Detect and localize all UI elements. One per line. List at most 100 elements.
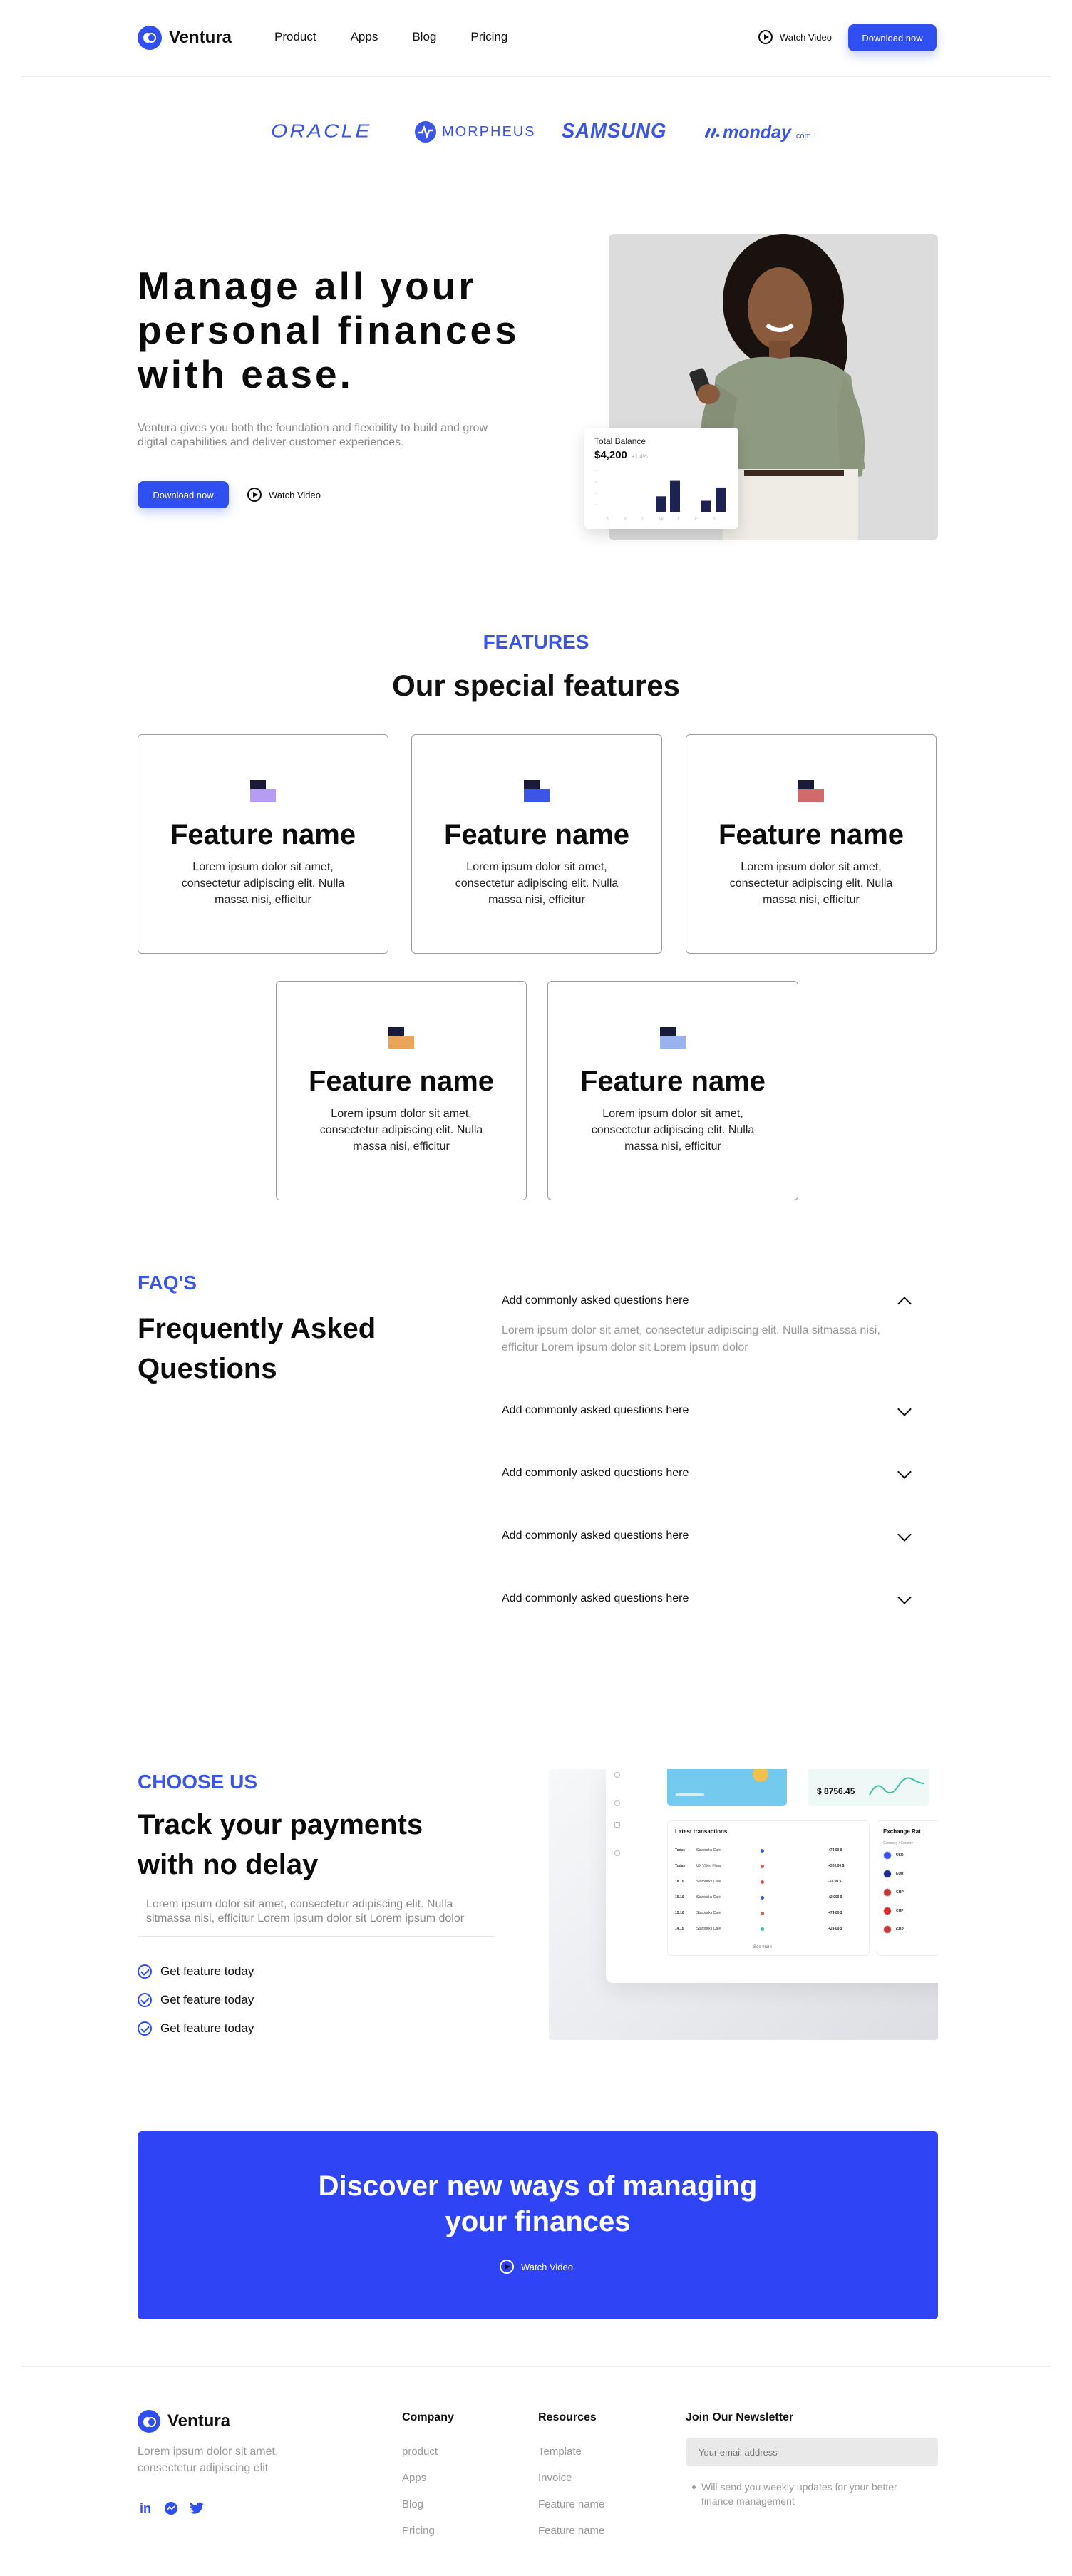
brand-name: Ventura (169, 28, 232, 47)
monday-logo-icon (705, 128, 720, 138)
status-dot-icon (761, 1864, 764, 1868)
coin-icon (753, 1769, 768, 1782)
faq-item-open[interactable]: Add commonly asked questions here Lorem … (479, 1286, 935, 1381)
exchange-panel: Exchange Rat Currency / Country USD EUR GB… (877, 1820, 938, 1956)
hero-download-button[interactable]: Download now (138, 481, 229, 508)
balance-bar (701, 500, 711, 512)
chevron-down-icon[interactable] (897, 1590, 912, 1604)
choose-title-line: Track your payments (138, 1809, 423, 1840)
status-dot-icon (761, 1848, 764, 1853)
cta-title-line: your finances (445, 2206, 631, 2237)
exchange-row[interactable]: EUR (883, 1870, 904, 1878)
footer-resources-col: Resources Template Invoice Feature name … (538, 2411, 604, 2544)
check-circle-icon (138, 1993, 152, 2007)
faq-question: Add commonly asked questions here (502, 1592, 689, 1604)
footer-company-links: product Apps Blog Pricing (402, 2438, 454, 2544)
feature-card[interactable]: Feature name Lorem ipsum dolor sit amet,… (411, 734, 662, 954)
status-dot-icon (761, 1895, 764, 1900)
morpheus-logo-icon (415, 121, 436, 143)
nav-download-button[interactable]: Download now (848, 24, 937, 51)
check-item: Get feature today (138, 1993, 254, 2007)
status-dot-icon (761, 1880, 764, 1884)
hero-watch-video-button[interactable]: Watch Video (247, 488, 321, 502)
day-tick-label: T (677, 517, 680, 522)
feature-desc: Lorem ipsum dolor sit amet, consectetur … (319, 1108, 483, 1153)
dashboard-blue-card (667, 1769, 787, 1806)
check-item-label: Get feature today (160, 1964, 254, 1978)
nav-pricing[interactable]: Pricing (470, 30, 507, 44)
transaction-date: 16.10 (675, 1895, 684, 1900)
exchange-row[interactable]: USD (883, 1851, 904, 1860)
feature-card[interactable]: Feature name Lorem ipsum dolor sit amet,… (276, 981, 527, 1200)
cta-watch-video-button[interactable]: Watch Video (500, 2260, 573, 2274)
nav-apps[interactable]: Apps (351, 30, 378, 44)
footer-link[interactable]: Blog (402, 2491, 454, 2518)
transaction-row[interactable]: Today Starbucks Cafe +74.00 $ (675, 1845, 863, 1855)
main-nav: Product Apps Blog Pricing (274, 30, 507, 44)
feature-card[interactable]: Feature name Lorem ipsum dolor sit amet,… (547, 981, 798, 1200)
faq-item[interactable]: Add commonly asked questions here (479, 1458, 935, 1491)
footer-link[interactable]: product (402, 2438, 454, 2465)
exchange-row[interactable]: CHF (883, 1907, 903, 1915)
transaction-row[interactable]: 18.10 Starbucks Cafe -14.00 $ (675, 1877, 863, 1887)
chevron-down-icon[interactable] (897, 1527, 912, 1542)
transaction-row[interactable]: 15.10 Starbucks Cafe +74.00 $ (675, 1908, 863, 1918)
features-kicker: FEATURES (483, 631, 589, 653)
feature-card[interactable]: Feature name Lorem ipsum dolor sit amet,… (686, 734, 937, 954)
brand-logo[interactable]: Ventura (138, 26, 232, 50)
footer-brand[interactable]: Ventura (138, 2410, 230, 2433)
see-more-link[interactable]: See more (753, 1945, 772, 1949)
transaction-date: Today (675, 1848, 686, 1853)
newsletter-email-input[interactable] (686, 2438, 938, 2466)
feature-icon-color (798, 789, 824, 802)
check-item-label: Get feature today (160, 1993, 254, 2006)
transaction-amount: +2,000 $ (828, 1895, 842, 1900)
transactions-title: Latest transactions (675, 1828, 728, 1835)
transaction-amount: +74.00 $ (828, 1848, 842, 1853)
feature-card[interactable]: Feature name Lorem ipsum dolor sit amet,… (138, 734, 388, 954)
chevron-down-icon[interactable] (897, 1402, 912, 1416)
messenger-icon[interactable] (163, 2500, 179, 2516)
play-icon (247, 488, 262, 502)
linkedin-icon[interactable]: in (138, 2500, 153, 2516)
transaction-name: UX Video Films (696, 1864, 721, 1868)
choose-desc: Lorem ipsum dolor sit amet, consectetur … (138, 1897, 494, 1937)
faq-question: Add commonly asked questions here (502, 1404, 689, 1416)
chevron-down-icon[interactable] (897, 1465, 912, 1479)
feature-icon-color (660, 1036, 686, 1049)
footer-link[interactable]: Template (538, 2438, 604, 2465)
partner-samsung: SAMSUNG (561, 120, 667, 143)
footer-link[interactable]: Feature name (538, 2491, 604, 2518)
feature-icon-color (388, 1036, 414, 1049)
transaction-row[interactable]: 14.10 Starbucks Cafe +24.00 $ (675, 1924, 863, 1934)
twitter-icon[interactable] (189, 2500, 205, 2516)
check-item: Get feature today (138, 1964, 254, 1979)
feature-desc: Lorem ipsum dolor sit amet, consectetur … (181, 861, 345, 906)
hero-title: Manage all your personal finances with e… (138, 264, 579, 396)
monday-label: monday (723, 123, 791, 143)
faq-item[interactable]: Add commonly asked questions here (479, 1521, 935, 1554)
nav-product[interactable]: Product (274, 30, 316, 44)
transaction-row[interactable]: Today UX Video Films +300.00 $ (675, 1861, 863, 1871)
footer-link[interactable]: Pricing (402, 2518, 454, 2544)
balance-bar (716, 487, 726, 512)
exchange-row[interactable]: GBP (883, 1888, 904, 1897)
faq-item[interactable]: Add commonly asked questions here (479, 1396, 935, 1428)
balance-bar (670, 480, 680, 512)
faq-question: Add commonly asked questions here (502, 1294, 689, 1307)
faq-item[interactable]: Add commonly asked questions here (479, 1584, 935, 1617)
chevron-up-icon[interactable] (897, 1297, 912, 1311)
exchange-header: Currency / Country (883, 1841, 913, 1845)
currency-code: USD (896, 1853, 904, 1858)
nav-blog[interactable]: Blog (412, 30, 436, 44)
feature-name: Feature name (170, 819, 356, 850)
footer-link[interactable]: Feature name (538, 2518, 604, 2544)
faq-answer-line: efficitur Lorem ipsum dolor sit Lorem ip… (502, 1341, 748, 1354)
exchange-row[interactable]: GBP (883, 1925, 904, 1934)
choose-title: Track your payments with no delay (138, 1805, 423, 1885)
transaction-row[interactable]: 16.10 Starbucks Cafe +2,000 $ (675, 1892, 863, 1902)
nav-watch-video-button[interactable]: Watch Video (758, 30, 832, 44)
footer-link[interactable]: Apps (402, 2465, 454, 2491)
transaction-amount: -14.00 $ (828, 1880, 842, 1884)
footer-link[interactable]: Invoice (538, 2465, 604, 2491)
